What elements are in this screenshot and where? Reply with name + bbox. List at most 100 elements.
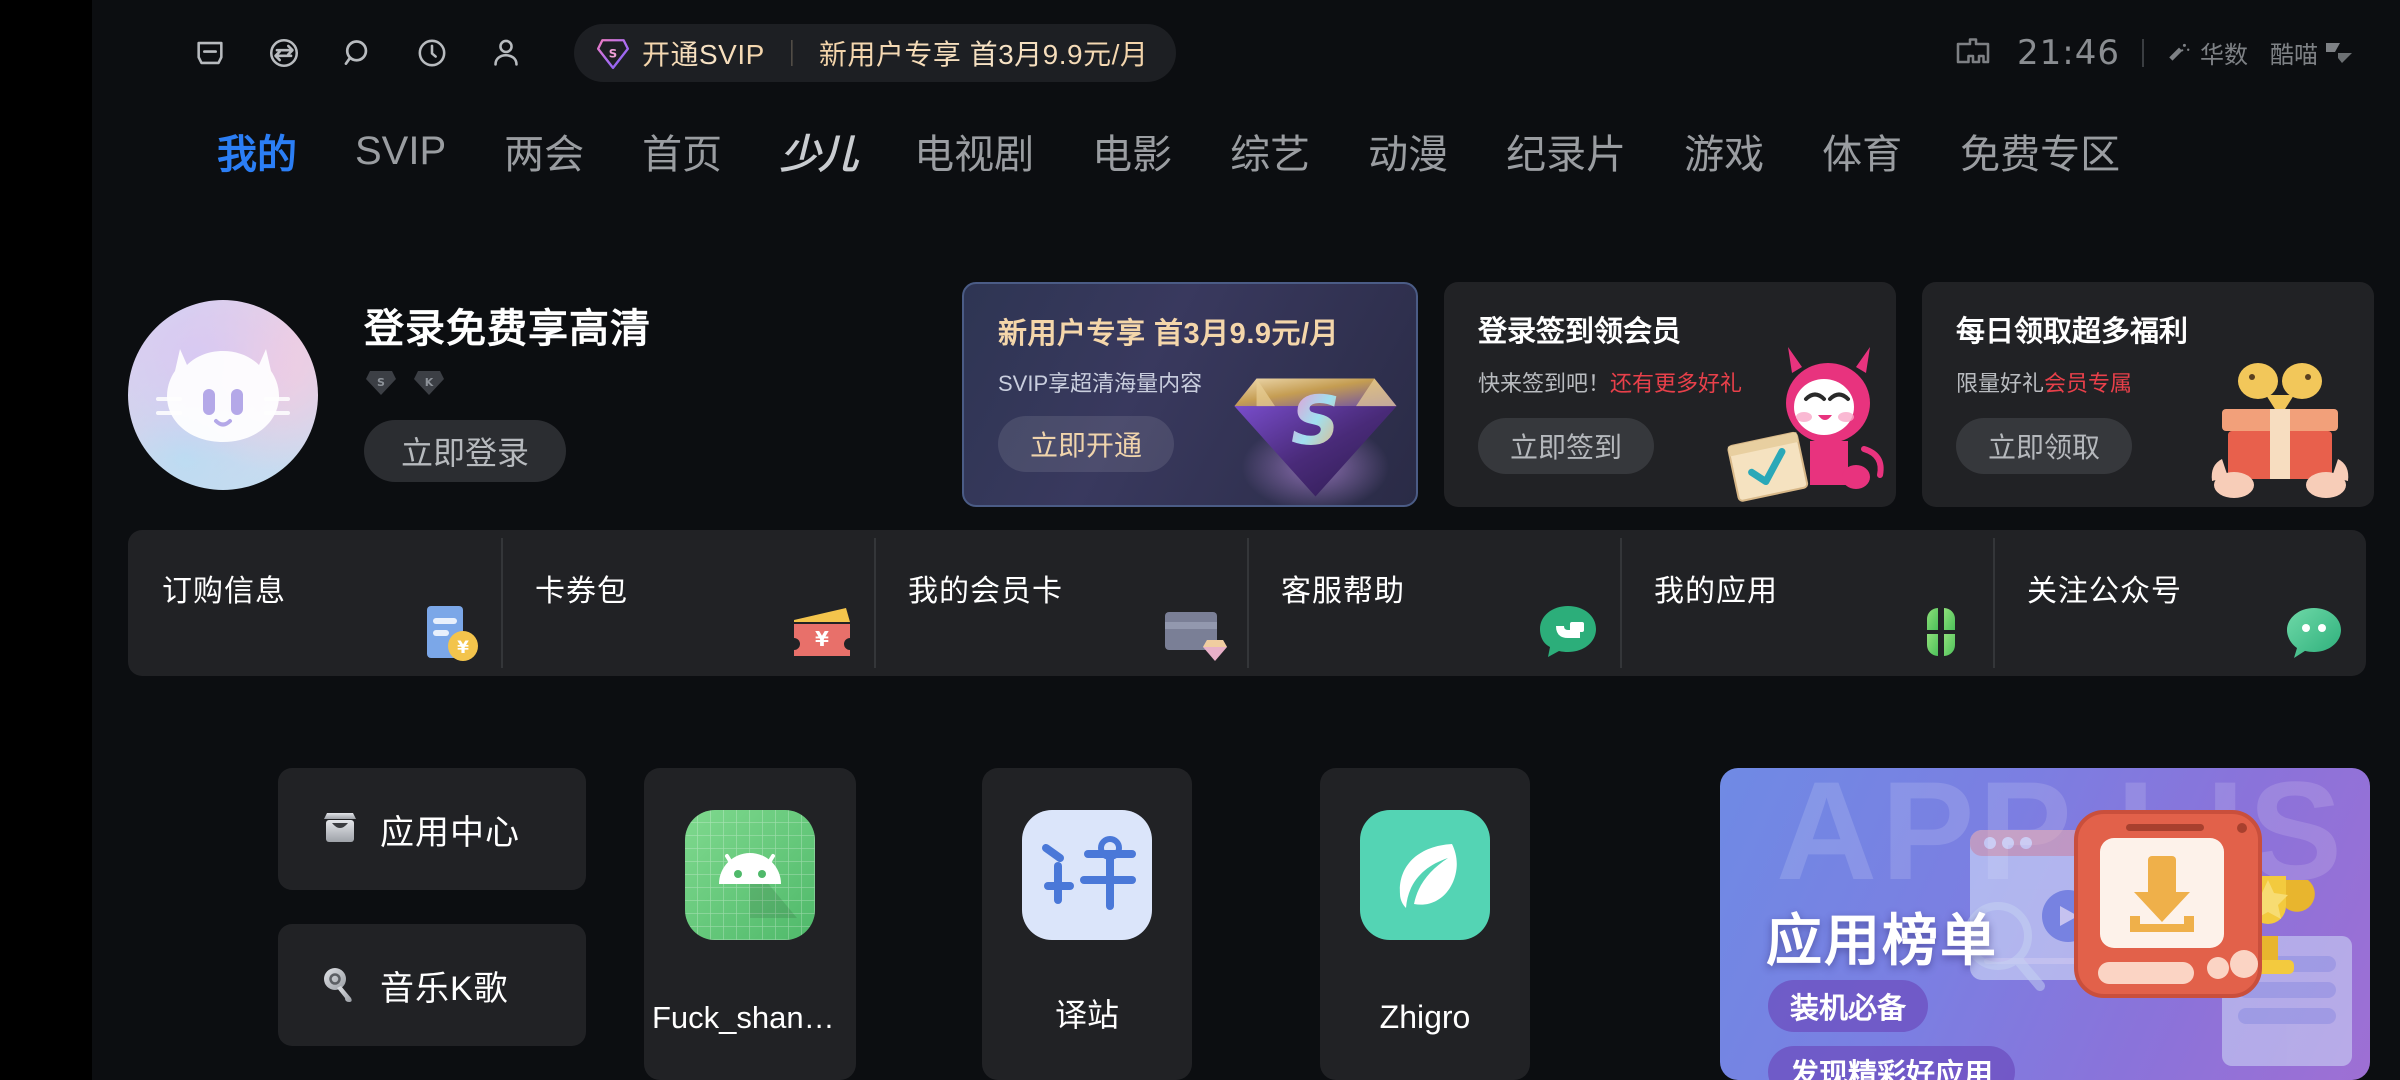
apps-section: 应用中心 音乐K歌 Fuck_shandon 译站 Zhigro APP 应用榜… (92, 728, 2400, 1080)
menu-item-my-apps[interactable]: 我的应用 (1620, 530, 1993, 676)
menu-label-follow-official: 关注公众号 (2027, 575, 2182, 608)
app-brand: 酷喵 (2270, 35, 2358, 70)
menu-item-support[interactable]: 客服帮助 (1247, 530, 1620, 676)
svip-promo-banner[interactable]: S 开通SVIP ｜ 新用户专享 首3月9.9元/月 (574, 23, 1177, 82)
tab-mine[interactable]: 我的 (188, 122, 326, 180)
tab-lianghui[interactable]: 两会 (475, 122, 613, 180)
operator-brand: 华数 (2166, 35, 2248, 70)
promo-card-signin[interactable]: 登录签到领会员 快来签到吧！还有更多好礼 立即签到 (1444, 282, 1896, 507)
svg-text:¥: ¥ (457, 638, 469, 658)
svip-separator: ｜ (778, 39, 805, 69)
promo-card-svip[interactable]: 新用户专享 首3月9.9元/月 SVIP享超清海量内容 立即开通 S (962, 282, 1418, 507)
subscribe-now-button[interactable]: 立即开通 (998, 416, 1174, 472)
order-document-icon: ¥ (427, 606, 478, 661)
login-title: 登录免费享高清 (364, 307, 651, 351)
operator-label: 华数 (2200, 42, 2248, 69)
menu-label-membership-card: 我的会员卡 (908, 575, 1063, 608)
tab-free-zone[interactable]: 免费专区 (1931, 122, 2149, 180)
status-area: 21:46 华数 酷喵 (1951, 33, 2358, 73)
play-logo-icon (2326, 42, 2352, 63)
banner-title: 应用榜单 (1766, 909, 1998, 972)
svip-label: 开通SVIP (642, 33, 765, 73)
member-badges: S K (364, 368, 651, 398)
app-name-translate: 译站 (1054, 997, 1119, 1033)
menu-label-order-info: 订购信息 (162, 575, 286, 608)
header-icon-group (190, 33, 526, 73)
app-card-android[interactable]: Fuck_shandon... (644, 768, 856, 1080)
svip-gem-badge-icon: S (366, 371, 396, 395)
tab-svip[interactable]: SVIP (326, 129, 475, 174)
coupon-wallet-icon: ¥ (794, 608, 850, 656)
menu-label-my-apps: 我的应用 (1654, 575, 1778, 608)
clock-time: 21:46 (2017, 32, 2120, 73)
tab-variety[interactable]: 综艺 (1201, 122, 1339, 180)
login-block: 登录免费享高清 S K 立即登录 (364, 296, 651, 482)
promo-signin-title: 登录签到领会员 (1478, 316, 1682, 348)
menu-item-follow-official[interactable]: 关注公众号 (1993, 530, 2366, 676)
tab-tv-series[interactable]: 电视剧 (885, 122, 1063, 180)
tab-games[interactable]: 游戏 (1655, 122, 1793, 180)
shortcut-app-center[interactable]: 应用中心 (278, 768, 586, 890)
search-icon[interactable] (338, 33, 378, 73)
tab-home[interactable]: 首页 (613, 122, 751, 180)
promo-gift-subtitle-highlight: 会员专属 (2044, 371, 2133, 396)
app-card-translate[interactable]: 译站 (982, 768, 1192, 1080)
microphone-icon (324, 968, 352, 1002)
shortcut-label-app-center: 应用中心 (380, 813, 520, 852)
svg-text:S: S (609, 46, 617, 60)
transfer-icon[interactable] (264, 33, 304, 73)
menu-item-coupons[interactable]: 卡券包 ¥ (501, 530, 874, 676)
user-account-icon[interactable] (486, 33, 526, 73)
download-tv-trophy-art (1964, 810, 2352, 1066)
tab-kids[interactable]: 少儿 (751, 122, 885, 180)
promo-card-gift[interactable]: 每日领取超多福利 限量好礼会员专属 立即领取 (1922, 282, 2374, 507)
pink-cat-calendar-art (1727, 347, 1884, 502)
quick-menu-strip: 订购信息 ¥ 卡券包 ¥ 我的会员卡 客服帮助 我的应用 关注公众号 (128, 530, 2366, 676)
banner-pill-must-have: 装机必备 (1768, 980, 1929, 1032)
svip-diamond-art: S (1234, 378, 1397, 505)
cat-avatar-icon (156, 348, 290, 442)
app-card-zhigro[interactable]: Zhigro (1320, 768, 1530, 1080)
tab-anime[interactable]: 动漫 (1339, 122, 1477, 180)
category-tabs: 我的 SVIP 两会 首页 少儿 电视剧 电影 综艺 动漫 纪录片 游戏 体育 … (92, 105, 2400, 197)
tv-box-icon[interactable] (190, 33, 230, 73)
promo-gift-subtitle-plain: 限量好礼 (1956, 371, 2045, 396)
app-brand-label: 酷喵 (2270, 42, 2318, 69)
membership-card-icon (1165, 612, 1227, 661)
svg-text:¥: ¥ (815, 627, 829, 651)
leaf-icon (1360, 810, 1490, 940)
tab-movies[interactable]: 电影 (1063, 122, 1201, 180)
svg-text:S: S (1291, 382, 1340, 461)
promo-gift-subtitle: 限量好礼会员专属 (1956, 366, 2132, 398)
promo-signin-subtitle: 快来签到吧！还有更多好礼 (1478, 366, 1742, 398)
menu-label-coupons: 卡券包 (535, 575, 628, 608)
ethernet-icon (1956, 37, 1990, 63)
clover-apps-icon (1927, 608, 1955, 656)
top-header: S 开通SVIP ｜ 新用户专享 首3月9.9元/月 21:46 华数 酷喵 (92, 0, 2400, 105)
banner-app-ranking[interactable]: APP LIS (1720, 768, 2370, 1080)
history-clock-icon[interactable] (412, 33, 452, 73)
login-button[interactable]: 立即登录 (364, 420, 566, 482)
translate-icon (1022, 810, 1152, 940)
k-gem-badge-icon: K (414, 371, 444, 395)
app-name-android: Fuck_shandon... (652, 1000, 856, 1035)
svg-text:K: K (425, 376, 434, 389)
gift-box-art (2211, 363, 2349, 498)
menu-item-membership-card[interactable]: 我的会员卡 (874, 530, 1247, 676)
support-chat-icon (1540, 606, 1596, 657)
claim-now-button[interactable]: 立即领取 (1956, 418, 2132, 474)
promo-svip-subtitle: SVIP享超清海量内容 (998, 371, 1203, 396)
promo-signin-subtitle-plain: 快来签到吧！ (1478, 371, 1611, 396)
sparkle-icon (2169, 43, 2190, 61)
status-divider (2142, 38, 2144, 67)
shortcut-music-karaoke[interactable]: 音乐K歌 (278, 924, 586, 1046)
svg-text:S: S (377, 376, 385, 389)
tab-sports[interactable]: 体育 (1793, 122, 1931, 180)
app-container: S 开通SVIP ｜ 新用户专享 首3月9.9元/月 21:46 华数 酷喵 我… (92, 0, 2400, 1080)
screen-root: S 开通SVIP ｜ 新用户专享 首3月9.9元/月 21:46 华数 酷喵 我… (0, 0, 2400, 1080)
signin-now-button[interactable]: 立即签到 (1478, 418, 1654, 474)
tab-documentary[interactable]: 纪录片 (1477, 122, 1655, 180)
menu-item-order-info[interactable]: 订购信息 ¥ (128, 530, 501, 676)
banner-pill-discover: 发现精彩好应用 (1768, 1046, 2016, 1080)
avatar[interactable] (128, 300, 318, 490)
